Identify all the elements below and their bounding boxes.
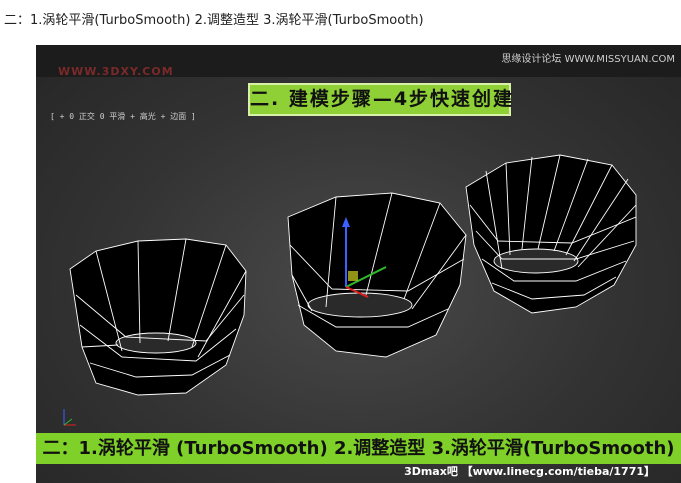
axis-tripod-icon [63,409,76,426]
mesh-model-coarse[interactable] [69,238,247,396]
viewport[interactable]: WWW.3DXY.COM 思缘设计论坛 WWW.MISSYUAN.COM 二. … [36,45,681,483]
models-canvas[interactable] [36,45,681,483]
mesh-model-adjusted[interactable] [287,192,467,358]
footer-steps-bar: 二：1.涡轮平滑 (TurboSmooth) 2.调整造型 3.涡轮平滑(Tur… [36,433,681,464]
mesh-model-smooth[interactable] [465,154,637,314]
page-caption: 二：1.涡轮平滑(TurboSmooth) 2.调整造型 3.涡轮平滑(Turb… [4,13,424,28]
footer-credit: 3Dmax吧 【www.linecg.com/tieba/1771】 [404,465,655,478]
